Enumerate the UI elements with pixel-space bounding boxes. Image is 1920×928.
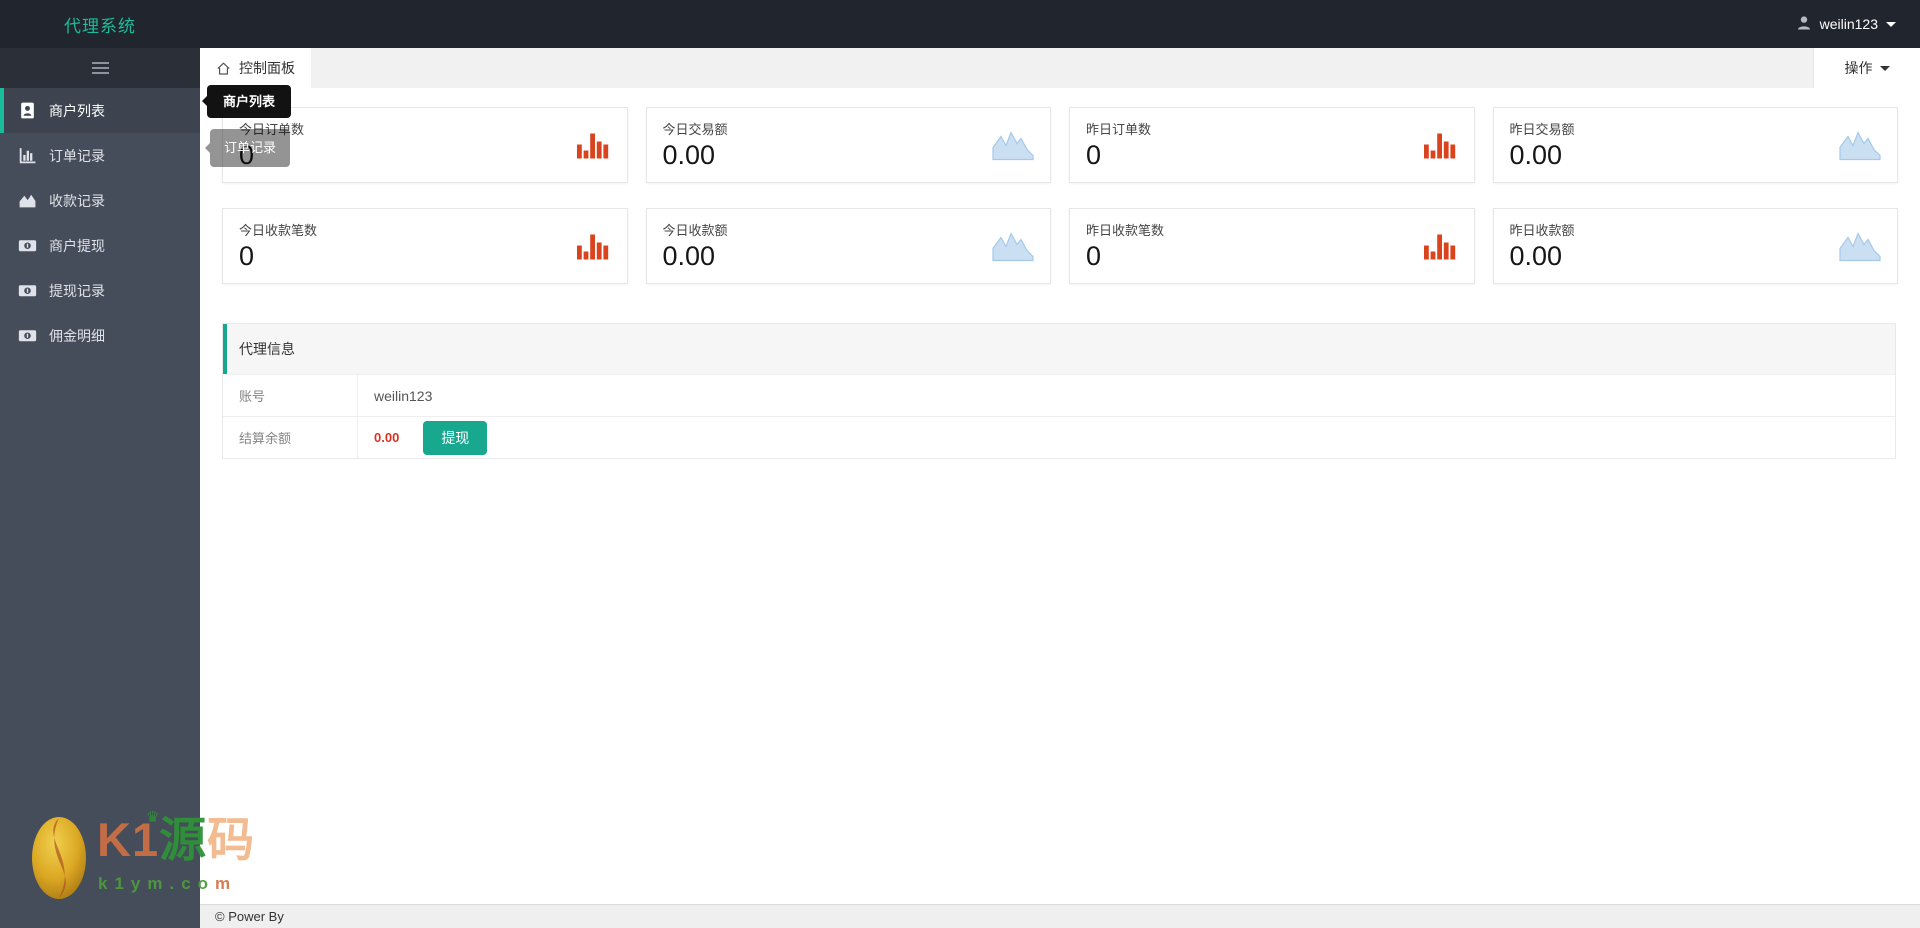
user-icon <box>1796 15 1812 34</box>
stat-card-today-payment-count: 今日收款笔数 0 <box>222 208 628 284</box>
stat-card-value: 0.00 <box>1509 241 1563 271</box>
sidebar-item-label: 商户列表 <box>49 102 105 119</box>
caret-down-icon <box>1879 65 1890 71</box>
action-dropdown-button[interactable]: 操作 <box>1813 48 1920 88</box>
sidebar: 商户列表 订单记录 收款记录 商户提现 提现记录 佣金明细 <box>0 48 200 928</box>
watermark-domain-tail: m <box>215 874 238 893</box>
stat-card-value: 0 <box>1086 241 1102 271</box>
area-chart-icon <box>992 232 1034 262</box>
bar-chart-icon <box>576 234 608 260</box>
stat-card-label: 昨日收款额 <box>1509 223 1575 238</box>
area-chart-icon <box>992 131 1034 161</box>
sidebar-item-label: 收款记录 <box>49 192 105 209</box>
home-icon <box>217 62 230 75</box>
stat-card-value: 0 <box>239 241 255 271</box>
order-records-icon <box>19 148 36 164</box>
table-row-balance: 结算余额 0.00 提现 <box>223 416 1895 458</box>
sidebar-toggle-button[interactable] <box>0 48 200 88</box>
area-chart-icon <box>1839 131 1881 161</box>
copyright-text: © Power By <box>215 909 284 924</box>
stat-card-yesterday-payment-count: 昨日收款笔数 0 <box>1069 208 1475 284</box>
balance-amount: 0.00 <box>374 430 400 445</box>
stat-card-label: 今日收款笔数 <box>239 223 318 238</box>
sidebar-item-merchant-withdraw[interactable]: 商户提现 <box>0 223 200 268</box>
stat-card-label: 今日收款额 <box>662 223 728 238</box>
page-footer: © Power By <box>200 904 1920 928</box>
stat-card-value: 0.00 <box>662 241 716 271</box>
sidebar-item-merchant-list[interactable]: 商户列表 <box>0 88 200 133</box>
stat-card-label: 昨日订单数 <box>1086 122 1152 137</box>
watermark-ma: 码 <box>207 813 256 866</box>
sidebar-item-payment-records[interactable]: 收款记录 <box>0 178 200 223</box>
stat-card-label: 今日交易额 <box>662 122 728 137</box>
sidebar-item-label: 订单记录 <box>49 147 105 164</box>
stat-card-value: 0 <box>1086 140 1102 170</box>
table-row-account: 账号 weilin123 <box>223 374 1895 416</box>
tooltip-merchant-list: 商户列表 <box>201 85 292 118</box>
stat-card-today-payment-amount: 今日收款额 0.00 <box>645 208 1051 284</box>
payment-records-icon <box>19 194 36 208</box>
withdraw-records-icon <box>18 285 37 297</box>
row-value: weilin123 <box>374 387 433 404</box>
panel-title: 代理信息 <box>239 341 295 357</box>
top-navbar: 代理系统 weilin123 <box>0 0 1920 48</box>
caret-down-icon <box>1886 21 1896 27</box>
stat-card-label: 昨日交易额 <box>1509 122 1575 137</box>
sidebar-item-label: 商户提现 <box>49 237 105 254</box>
sidebar-item-label: 提现记录 <box>49 282 105 299</box>
user-dropdown[interactable]: weilin123 <box>1796 0 1896 48</box>
commission-detail-icon <box>18 330 37 342</box>
bar-chart-icon <box>576 133 608 159</box>
row-value: 0.00 提现 <box>358 417 488 458</box>
agent-info-panel: 代理信息 账号 weilin123 结算余额 0.00 提现 <box>222 323 1896 459</box>
withdraw-button[interactable]: 提现 <box>423 420 488 455</box>
active-indicator-bar <box>0 88 4 133</box>
content-toolbar: 控制面板 操作 <box>200 48 1920 88</box>
stat-card-value: 0.00 <box>662 140 716 170</box>
username-label: weilin123 <box>1819 16 1878 32</box>
panel-header: 代理信息 <box>223 324 1895 374</box>
action-label: 操作 <box>1844 60 1873 76</box>
breadcrumb-tab-dashboard[interactable]: 控制面板 <box>200 48 311 88</box>
merchant-list-icon <box>21 102 34 119</box>
stat-card-value: 0.00 <box>1509 140 1563 170</box>
tooltip-order-records: 订单记录 <box>204 129 291 167</box>
stat-card-label: 今日订单数 <box>239 122 305 137</box>
merchant-withdraw-icon <box>18 240 37 252</box>
stat-card-yesterday-volume: 昨日交易额 0.00 <box>1492 107 1898 183</box>
sidebar-menu: 商户列表 订单记录 收款记录 商户提现 提现记录 佣金明细 <box>0 88 200 358</box>
sidebar-item-order-records[interactable]: 订单记录 <box>0 133 200 178</box>
area-chart-icon <box>1839 232 1881 262</box>
bar-chart-icon <box>1423 234 1455 260</box>
stat-card-yesterday-orders: 昨日订单数 0 <box>1069 107 1475 183</box>
sidebar-item-commission-detail[interactable]: 佣金明细 <box>0 313 200 358</box>
stat-card-label: 昨日收款笔数 <box>1086 223 1165 238</box>
breadcrumb-label: 控制面板 <box>239 60 295 76</box>
stat-card-today-volume: 今日交易额 0.00 <box>645 107 1051 183</box>
hamburger-icon <box>91 62 109 74</box>
stat-cards-grid: 今日订单数 0 今日交易额 0.00 昨日订单数 0 昨日交易额 0.00 今日… <box>222 107 1898 284</box>
app-title: 代理系统 <box>64 16 136 36</box>
sidebar-item-label: 佣金明细 <box>49 327 105 344</box>
row-label: 账号 <box>223 375 358 416</box>
row-label: 结算余额 <box>223 417 358 458</box>
stat-card-value: 0 <box>239 140 255 170</box>
bar-chart-icon <box>1423 133 1455 159</box>
sidebar-item-withdraw-records[interactable]: 提现记录 <box>0 268 200 313</box>
stat-card-yesterday-payment-amount: 昨日收款额 0.00 <box>1492 208 1898 284</box>
